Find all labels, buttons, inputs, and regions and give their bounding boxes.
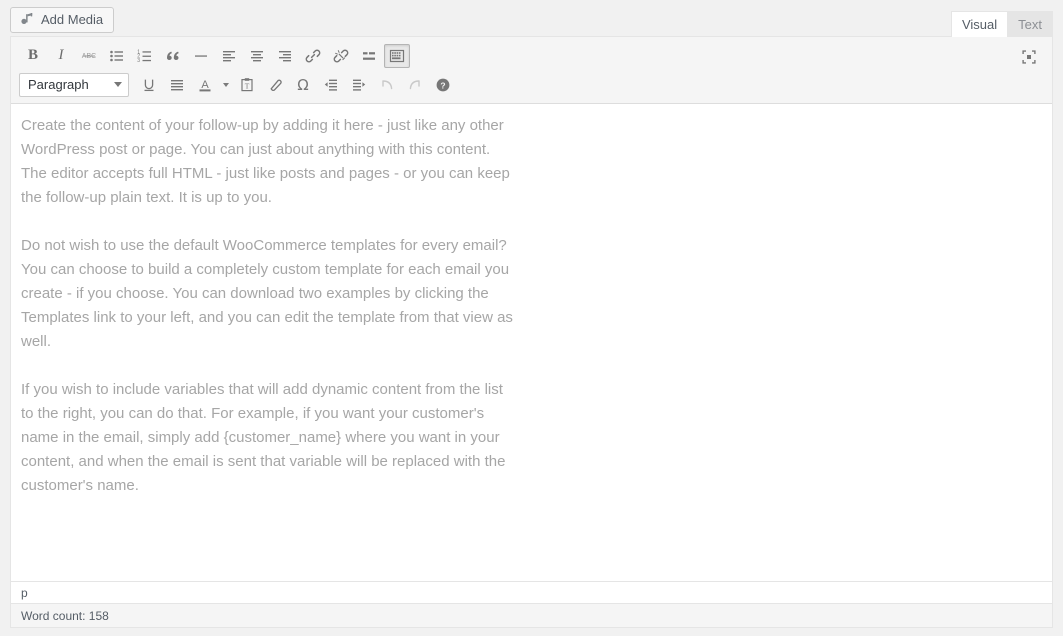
- numbered-list-icon[interactable]: 1 2 3: [132, 44, 158, 68]
- outdent-icon[interactable]: [318, 73, 344, 97]
- paste-as-text-icon[interactable]: T: [234, 73, 260, 97]
- tab-text[interactable]: Text: [1007, 11, 1053, 37]
- toolbar-row-primary: B I ABC 1 2 3: [11, 37, 1052, 70]
- text-color-chevron-down-icon[interactable]: [219, 73, 233, 97]
- add-media-button[interactable]: Add Media: [10, 7, 114, 33]
- text-color-icon[interactable]: A: [192, 73, 218, 97]
- keyboard-shortcuts-icon[interactable]: ?: [430, 73, 456, 97]
- format-select[interactable]: Paragraph: [19, 73, 129, 97]
- svg-text:A: A: [201, 79, 209, 91]
- editor-mode-tabs: Visual Text: [952, 5, 1053, 36]
- clear-formatting-icon[interactable]: [262, 73, 288, 97]
- content-paragraph: If you wish to include variables that wi…: [21, 378, 519, 498]
- underline-icon[interactable]: [136, 73, 162, 97]
- undo-icon[interactable]: [374, 73, 400, 97]
- insert-link-icon[interactable]: [300, 44, 326, 68]
- strikethrough-icon[interactable]: ABC: [76, 44, 102, 68]
- italic-icon[interactable]: I: [48, 44, 74, 68]
- align-right-icon[interactable]: [272, 44, 298, 68]
- word-count-bar: Word count: 158: [11, 603, 1052, 627]
- align-center-icon[interactable]: [244, 44, 270, 68]
- toolbar-toggle-icon[interactable]: [384, 44, 410, 68]
- format-select-value: Paragraph: [28, 77, 89, 92]
- content-paragraph: Create the content of your follow-up by …: [21, 114, 519, 210]
- tab-visual-label: Visual: [962, 17, 997, 32]
- tab-text-label: Text: [1018, 17, 1042, 32]
- horizontal-rule-icon[interactable]: [188, 44, 214, 68]
- blockquote-icon[interactable]: [160, 44, 186, 68]
- tab-visual[interactable]: Visual: [951, 11, 1008, 37]
- toolbar-row-secondary: Paragraph A: [11, 70, 1052, 103]
- remove-link-icon[interactable]: [328, 44, 354, 68]
- read-more-icon[interactable]: [356, 44, 382, 68]
- justify-icon[interactable]: [164, 73, 190, 97]
- chevron-down-icon: [114, 82, 122, 87]
- caret-shape: [223, 83, 229, 87]
- svg-text:T: T: [245, 81, 250, 90]
- element-path-bar: p: [11, 581, 1052, 603]
- bulleted-list-icon[interactable]: [104, 44, 130, 68]
- add-media-icon: [19, 12, 35, 28]
- svg-text:?: ?: [440, 80, 445, 90]
- editor-body[interactable]: Create the content of your follow-up by …: [11, 104, 531, 498]
- editor-toolbar: B I ABC 1 2 3: [11, 37, 1052, 104]
- media-row: Add Media: [10, 5, 114, 35]
- word-count-label: Word count: 158: [21, 609, 109, 623]
- bold-icon[interactable]: B: [20, 44, 46, 68]
- editor-container: B I ABC 1 2 3: [10, 36, 1053, 628]
- align-left-icon[interactable]: [216, 44, 242, 68]
- indent-icon[interactable]: [346, 73, 372, 97]
- redo-icon[interactable]: [402, 73, 428, 97]
- add-media-label: Add Media: [41, 8, 103, 32]
- content-paragraph: Do not wish to use the default WooCommer…: [21, 234, 519, 354]
- special-character-icon[interactable]: Ω: [290, 73, 316, 97]
- svg-text:3: 3: [137, 57, 140, 63]
- element-path[interactable]: p: [21, 586, 28, 600]
- distraction-free-icon[interactable]: [1016, 45, 1042, 69]
- editor-content-area[interactable]: Create the content of your follow-up by …: [11, 104, 1052, 581]
